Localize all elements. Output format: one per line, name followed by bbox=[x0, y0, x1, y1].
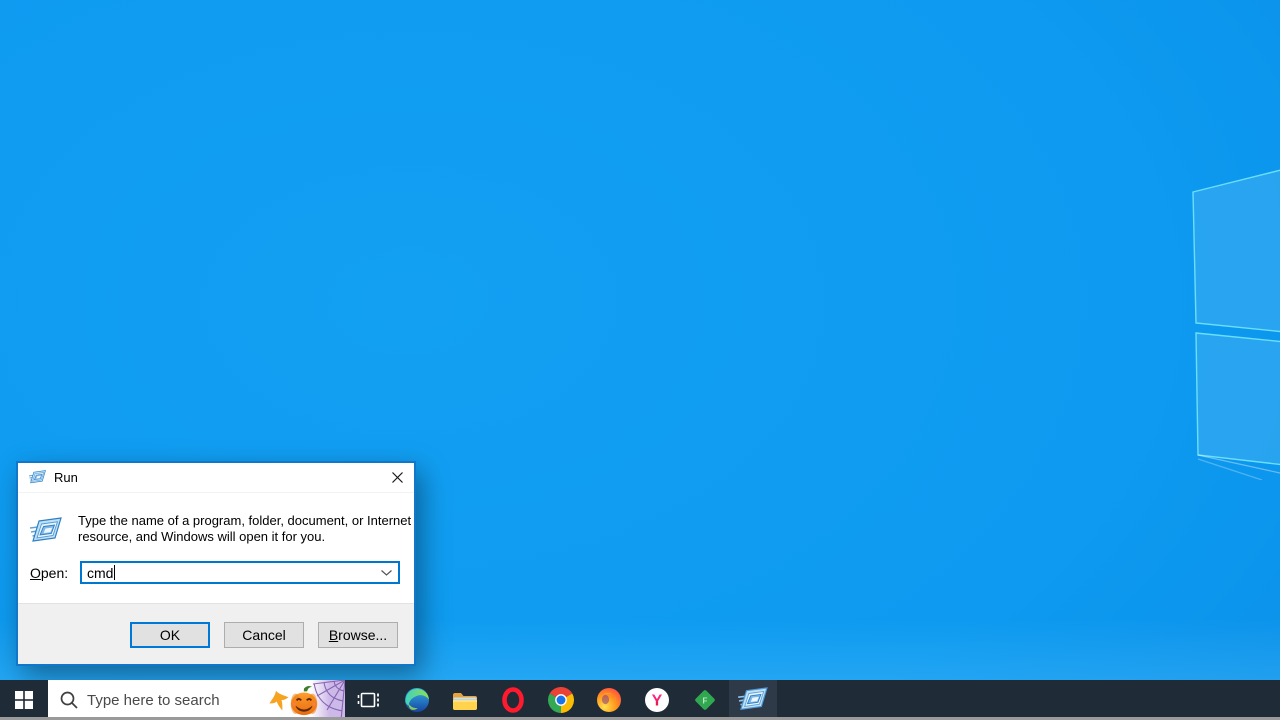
taskbar-app-run-active[interactable] bbox=[729, 680, 777, 720]
taskbar: Type here to search Y F bbox=[0, 680, 1280, 720]
start-button[interactable] bbox=[0, 680, 48, 720]
firefox-icon bbox=[597, 688, 621, 712]
microsoft-edge-icon bbox=[405, 688, 429, 712]
task-view-button[interactable] bbox=[345, 680, 393, 720]
file-explorer-icon bbox=[453, 693, 477, 710]
text-cursor bbox=[114, 565, 116, 580]
description-line-1: Type the name of a program, folder, docu… bbox=[78, 513, 412, 528]
taskbar-app-opera[interactable] bbox=[489, 680, 537, 720]
windows-logo-icon bbox=[15, 691, 33, 709]
dialog-body: Type the name of a program, folder, docu… bbox=[18, 493, 414, 603]
google-chrome-icon bbox=[548, 687, 574, 713]
wallpaper-window-logo bbox=[1192, 169, 1280, 480]
open-combobox[interactable]: cmd bbox=[80, 561, 400, 584]
dialog-title: Run bbox=[54, 470, 78, 485]
run-taskbar-icon bbox=[738, 687, 768, 711]
taskbar-app-chrome[interactable] bbox=[537, 680, 585, 720]
run-program-icon bbox=[30, 517, 62, 542]
browse-button[interactable]: Browse... bbox=[318, 622, 398, 648]
autumn-leaf-icon bbox=[269, 690, 289, 711]
green-diamond-icon: F bbox=[695, 690, 715, 710]
description-line-2: resource, and Windows will open it for y… bbox=[78, 529, 326, 544]
spiderweb-background bbox=[311, 680, 345, 720]
run-dialog: Run Type the name of a program, folder, … bbox=[16, 461, 416, 666]
search-icon bbox=[60, 691, 78, 709]
ok-button[interactable]: OK bbox=[130, 622, 210, 648]
svg-text:Y: Y bbox=[652, 693, 663, 710]
task-view-icon bbox=[357, 692, 379, 708]
search-placeholder: Type here to search bbox=[87, 691, 220, 709]
combobox-dropdown-button[interactable] bbox=[374, 563, 398, 582]
spiderweb-icon bbox=[312, 680, 345, 720]
taskbar-app-yandex[interactable]: Y bbox=[633, 680, 681, 720]
halloween-decoration bbox=[265, 680, 345, 720]
yandex-browser-icon: Y bbox=[645, 688, 669, 712]
search-input[interactable]: Type here to search bbox=[48, 680, 345, 720]
taskbar-app-firefox[interactable] bbox=[585, 680, 633, 720]
open-label: Open: bbox=[30, 565, 69, 581]
cancel-button[interactable]: Cancel bbox=[224, 622, 304, 648]
dialog-description: Type the name of a program, folder, docu… bbox=[78, 513, 412, 545]
dialog-footer: OK Cancel Browse... bbox=[18, 603, 414, 664]
run-icon bbox=[29, 470, 46, 484]
close-icon bbox=[391, 472, 403, 483]
opera-icon bbox=[502, 687, 524, 713]
taskbar-app-green-diamond[interactable]: F bbox=[681, 680, 729, 720]
taskbar-app-edge[interactable] bbox=[393, 680, 441, 720]
svg-text:F: F bbox=[703, 697, 708, 706]
run-dialog-titlebar[interactable]: Run bbox=[18, 463, 414, 493]
chevron-down-icon bbox=[380, 569, 392, 576]
close-button[interactable] bbox=[380, 463, 414, 493]
pumpkin-icon bbox=[290, 685, 318, 716]
open-input-value: cmd bbox=[87, 564, 114, 581]
taskbar-app-file-explorer[interactable] bbox=[441, 680, 489, 720]
